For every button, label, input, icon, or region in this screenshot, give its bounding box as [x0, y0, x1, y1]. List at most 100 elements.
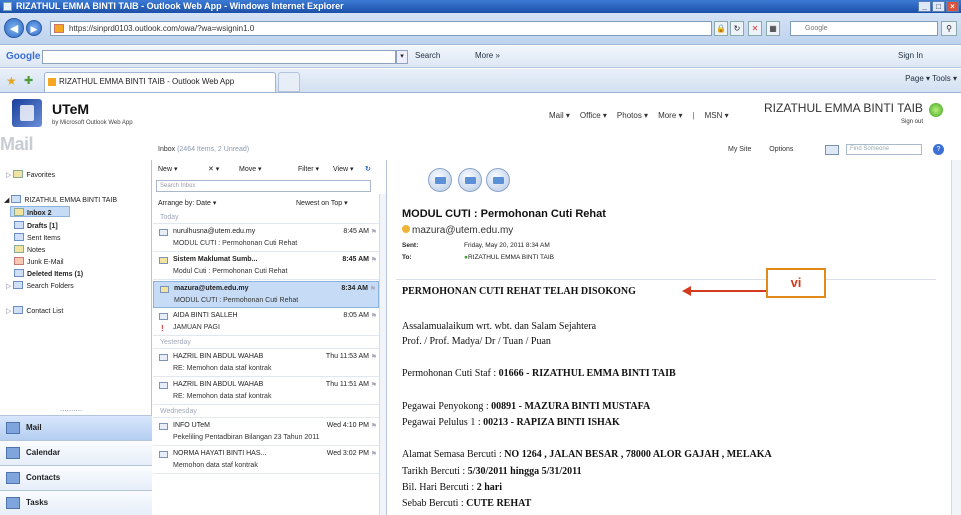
url-input[interactable]: https://sinprd0103.outlook.com/owa/?wa=w…	[50, 21, 712, 36]
move-button[interactable]: Move ▾	[239, 165, 262, 173]
flag-icon[interactable]: ⚑	[371, 422, 377, 430]
body-greeting: Assalamualaikum wrt. wbt. dan Salam Seja…	[402, 321, 597, 332]
flag-icon[interactable]: ⚑	[371, 312, 377, 320]
flag-icon[interactable]: ⚑	[371, 256, 377, 264]
reading-pane-scrollbar[interactable]	[951, 160, 961, 515]
options-link[interactable]: Options	[769, 146, 793, 153]
google-signin-link[interactable]: Sign In	[898, 51, 923, 60]
unread-envelope-icon	[159, 257, 168, 264]
list-item[interactable]: INFO UTeM Pekeliling Pentadbiran Bilanga…	[153, 419, 379, 446]
inbox-search-input[interactable]: Search Inbox	[156, 180, 371, 192]
command-bar[interactable]: Page ▾ Tools ▾	[905, 74, 957, 83]
forward-message-button[interactable]	[486, 168, 510, 192]
list-item-selected[interactable]: mazura@utem.edu.my MODUL CUTI : Permohon…	[153, 281, 379, 308]
notes-folder-icon	[14, 245, 24, 253]
folder-junk-email[interactable]: Junk E-Mail	[14, 257, 64, 266]
tab-favicon-icon	[48, 78, 56, 86]
minimize-button[interactable]: _	[918, 1, 931, 12]
window-title-bar: RIZATHUL EMMA BINTI TAIB - Outlook Web A…	[0, 0, 961, 13]
list-item[interactable]: HAZRIL BIN ABDUL WAHAB RE: Memohon data …	[153, 378, 379, 405]
high-importance-icon: !	[161, 324, 164, 333]
utem-logo	[12, 99, 42, 127]
group-header-yesterday: Yesterday	[153, 337, 379, 349]
flag-icon[interactable]: ⚑	[371, 450, 377, 458]
folder-deleted-items[interactable]: Deleted Items (1)	[14, 269, 83, 278]
google-search-button[interactable]: Search	[415, 51, 440, 60]
list-item[interactable]: ! AIDA BINTI SALLEH JAMUAN PAGI 8:05 AM …	[153, 309, 379, 336]
google-more-button[interactable]: More »	[475, 51, 500, 60]
user-name[interactable]: RIZATHUL EMMA BINTI TAIB	[764, 101, 923, 115]
calendar-icon	[6, 447, 20, 459]
pane-resize-handle[interactable]: ..........	[60, 404, 82, 413]
list-toolbar: New ▾ ✕ ▾ Move ▾ Filter ▾ View ▾ ↻	[153, 160, 386, 177]
back-button[interactable]: ◀	[4, 18, 24, 38]
folder-search-folders[interactable]: ▷ Search Folders	[6, 281, 74, 290]
refresh-list-icon[interactable]: ↻	[365, 165, 371, 173]
compat-view-icon[interactable]: ▦	[766, 21, 780, 36]
presence-status-icon[interactable]	[929, 103, 943, 117]
top-navigation: Mail ▾ Office ▾ Photos ▾ More ▾ | MSN ▾	[549, 111, 729, 120]
section-title: Mail	[0, 134, 34, 154]
maximize-button[interactable]: □	[932, 1, 945, 12]
body-heading: PERMOHONAN CUTI REHAT TELAH DISOKONG	[402, 286, 636, 297]
favorites-node[interactable]: ▷ Favorites	[6, 170, 55, 179]
view-button[interactable]: View ▾	[333, 165, 354, 173]
google-search-input[interactable]	[42, 50, 396, 64]
folder-inbox[interactable]: Inbox 2	[14, 208, 52, 217]
address-book-icon[interactable]	[825, 145, 839, 155]
browser-tab-active[interactable]: RIZATHUL EMMA BINTI TAIB - Outlook Web A…	[44, 72, 276, 92]
module-contacts[interactable]: Contacts	[0, 465, 152, 490]
unread-envelope-icon	[160, 286, 169, 293]
refresh-icon[interactable]: ↻	[730, 21, 744, 36]
module-calendar[interactable]: Calendar	[0, 440, 152, 465]
nav-msn[interactable]: MSN ▾	[705, 111, 729, 120]
envelope-icon	[159, 229, 168, 236]
flag-icon[interactable]: ⚑	[370, 285, 376, 293]
module-mail[interactable]: Mail	[0, 415, 152, 440]
delete-button[interactable]: ✕ ▾	[208, 165, 219, 173]
filter-button[interactable]: Filter ▾	[298, 165, 319, 173]
sign-out-link[interactable]: Sign out	[901, 119, 923, 125]
nav-mail[interactable]: Mail ▾	[549, 111, 570, 120]
add-favorite-icon[interactable]: ✚	[24, 74, 33, 87]
folder-notes[interactable]: Notes	[14, 245, 45, 254]
stop-icon[interactable]: ✕	[748, 21, 762, 36]
list-item[interactable]: NORMA HAYATI BINTI HAS... Memohon data s…	[153, 447, 379, 474]
list-item[interactable]: HAZRIL BIN ABDUL WAHAB RE: Memohon data …	[153, 350, 379, 377]
forward-button[interactable]: ▶	[26, 20, 42, 36]
favorites-star-icon[interactable]: ★	[6, 74, 17, 88]
reply-button[interactable]	[428, 168, 452, 192]
google-search-dropdown[interactable]: ▾	[396, 50, 408, 64]
nav-more[interactable]: More ▾	[658, 111, 682, 120]
help-icon[interactable]: ?	[933, 144, 944, 155]
nav-photos[interactable]: Photos ▾	[617, 111, 648, 120]
to-recipient[interactable]: ●RIZATHUL EMMA BINTI TAIB	[464, 254, 554, 261]
reply-all-button[interactable]	[458, 168, 482, 192]
arrange-by-dropdown[interactable]: Arrange by: Date ▾	[158, 199, 216, 207]
flag-icon[interactable]: ⚑	[371, 228, 377, 236]
close-button[interactable]: ×	[946, 1, 959, 12]
nav-office[interactable]: Office ▾	[580, 111, 607, 120]
list-item[interactable]: nurulhusna@utem.edu.my MODUL CUTI : Perm…	[153, 225, 379, 252]
lock-icon[interactable]: 🔒	[714, 21, 728, 36]
flag-icon[interactable]: ⚑	[371, 353, 377, 361]
search-folders-icon	[13, 281, 24, 289]
contact-list-node[interactable]: ▷ Contact List	[6, 306, 63, 315]
browser-search-input[interactable]: Google	[790, 21, 938, 36]
account-node[interactable]: ◢ RIZATHUL EMMA BINTI TAIB	[4, 195, 117, 204]
new-tab-button[interactable]	[278, 72, 300, 92]
list-item[interactable]: Sistem Maklumat Sumb... Modul Cuti : Per…	[153, 253, 379, 280]
folder-sent-items[interactable]: Sent Items	[14, 233, 60, 242]
folder-drafts[interactable]: Drafts [1]	[14, 221, 58, 230]
new-message-button[interactable]: New ▾	[158, 165, 177, 173]
list-scrollbar[interactable]	[379, 194, 386, 515]
group-header-today: Today	[153, 212, 379, 224]
body-supporter-line: Pegawai Penyokong : 00891 - MAZURA BINTI…	[402, 401, 651, 412]
my-site-link[interactable]: My Site	[728, 146, 751, 153]
module-tasks[interactable]: Tasks	[0, 490, 152, 515]
message-sender[interactable]: mazura@utem.edu.my	[402, 225, 513, 236]
flag-icon[interactable]: ⚑	[371, 381, 377, 389]
find-someone-input[interactable]: Find Someone	[846, 144, 922, 155]
sort-order-dropdown[interactable]: Newest on Top ▾	[296, 199, 348, 207]
browser-search-icon[interactable]: ⚲	[941, 21, 957, 36]
